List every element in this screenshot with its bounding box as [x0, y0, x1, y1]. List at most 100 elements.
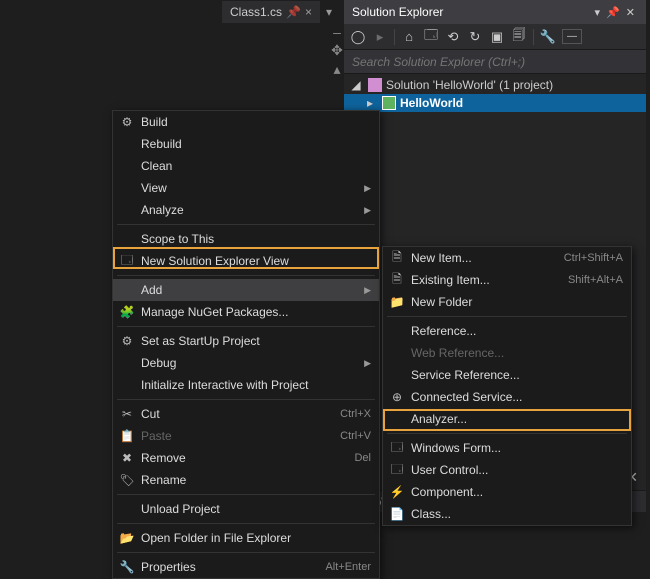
expand-icon[interactable]: ▸ [362, 96, 378, 110]
menu-item-icon: 🗔 [117, 251, 137, 272]
add-submenu-item[interactable]: 🗎New Item...Ctrl+Shift+A [383, 247, 631, 269]
menu-separator [117, 523, 375, 524]
menu-item-label: Cut [137, 407, 340, 421]
menu-item-shortcut: Del [354, 452, 371, 464]
close-icon[interactable]: ✕ [623, 6, 638, 19]
menu-item-icon: 🏷 [117, 473, 137, 487]
menu-item-icon: ✂ [117, 407, 137, 421]
context-menu-item[interactable]: View▶ [113, 177, 379, 199]
context-menu-item[interactable]: Scope to This [113, 228, 379, 250]
expand-icon[interactable]: ◢ [348, 78, 364, 92]
tab-dropdown-icon[interactable]: ▾ [320, 5, 338, 19]
context-menu-item[interactable]: Analyze▶ [113, 199, 379, 221]
dropdown-icon[interactable]: ▾ [592, 6, 604, 19]
add-submenu-item[interactable]: 🗎Existing Item...Shift+Alt+A [383, 269, 631, 291]
menu-item-icon: 🗎 [387, 248, 407, 269]
menu-item-icon: ⊕ [387, 390, 407, 404]
forward-icon[interactable]: ▸ [372, 29, 388, 45]
pin-icon[interactable]: 📌 [286, 5, 301, 19]
context-menu-item[interactable]: ✂CutCtrl+X [113, 403, 379, 425]
menu-item-icon: 🔧 [117, 560, 137, 574]
add-submenu-item: Web Reference... [383, 342, 631, 364]
context-menu-item[interactable]: Add▶ [113, 279, 379, 301]
context-menu-item[interactable]: Clean [113, 155, 379, 177]
project-icon [382, 96, 396, 110]
menu-item-label: Analyzer... [407, 412, 623, 426]
back-icon[interactable]: ◯ [350, 29, 366, 45]
add-submenu-item[interactable]: 🗔User Control... [383, 459, 631, 481]
editor-tab[interactable]: Class1.cs 📌 × [222, 1, 320, 23]
add-submenu-item[interactable]: 📄Class... [383, 503, 631, 525]
menu-item-label: User Control... [407, 463, 623, 477]
menu-item-label: View [137, 181, 358, 195]
scope-icon[interactable]: 🗔 [423, 29, 439, 45]
show-all-icon[interactable]: 🗐 [511, 29, 527, 45]
project-node[interactable]: ▸ HelloWorld [344, 94, 646, 112]
solution-node[interactable]: ◢ Solution 'HelloWorld' (1 project) [344, 76, 646, 94]
close-icon[interactable]: × [305, 5, 312, 19]
add-submenu: 🗎New Item...Ctrl+Shift+A🗎Existing Item..… [382, 246, 632, 526]
menu-item-shortcut: Alt+Enter [325, 561, 371, 573]
menu-item-icon: 📋 [117, 429, 137, 443]
refresh-icon[interactable]: ↻ [467, 29, 483, 45]
project-label: HelloWorld [400, 96, 463, 110]
home-icon[interactable]: ⌂ [401, 29, 417, 45]
context-menu-item[interactable]: 🏷Rename [113, 469, 379, 491]
menu-item-label: Scope to This [137, 232, 371, 246]
menu-item-label: New Folder [407, 295, 623, 309]
solution-icon [368, 78, 382, 92]
menu-item-label: Component... [407, 485, 623, 499]
sync-icon[interactable]: ⟲ [445, 29, 461, 45]
context-menu-item[interactable]: 📂Open Folder in File Explorer [113, 527, 379, 549]
menu-item-label: Manage NuGet Packages... [137, 305, 371, 319]
context-menu-item[interactable]: Unload Project [113, 498, 379, 520]
editor-tab-area: Class1.cs 📌 × ▾ [0, 0, 342, 24]
collapse-icon[interactable]: – [333, 24, 341, 40]
menu-item-shortcut: Shift+Alt+A [568, 274, 623, 286]
context-menu-item[interactable]: ⚙Build [113, 111, 379, 133]
add-submenu-item[interactable]: 📁New Folder [383, 291, 631, 313]
menu-item-shortcut: Ctrl+Shift+A [564, 252, 623, 264]
context-menu-item[interactable]: ⚙Set as StartUp Project [113, 330, 379, 352]
scroll-up-icon[interactable]: ▴ [333, 61, 340, 78]
add-submenu-item[interactable]: Analyzer... [383, 408, 631, 430]
context-menu-item[interactable]: ✖RemoveDel [113, 447, 379, 469]
context-menu-item[interactable]: Rebuild [113, 133, 379, 155]
preview-toggle[interactable]: — [562, 29, 582, 44]
move-icon[interactable]: ✥ [331, 42, 343, 59]
panel-toolbar: ◯ ▸ ⌂ 🗔 ⟲ ↻ ▣ 🗐 🔧 — [344, 24, 646, 50]
tab-label: Class1.cs [230, 5, 282, 19]
add-submenu-item[interactable]: Reference... [383, 320, 631, 342]
menu-item-label: Web Reference... [407, 346, 623, 360]
pin-icon[interactable]: 📌 [603, 6, 623, 19]
menu-item-icon: 🗎 [387, 270, 407, 291]
menu-separator [117, 552, 375, 553]
context-menu-item[interactable]: Initialize Interactive with Project [113, 374, 379, 396]
menu-separator [117, 275, 375, 276]
submenu-arrow-icon: ▶ [364, 358, 371, 369]
context-menu-item[interactable]: 🗔New Solution Explorer View [113, 250, 379, 272]
menu-item-label: Set as StartUp Project [137, 334, 371, 348]
editor-gutter: – ✥ ▴ [330, 24, 344, 78]
menu-item-label: Connected Service... [407, 390, 623, 404]
menu-separator [387, 316, 627, 317]
menu-separator [387, 433, 627, 434]
properties-icon[interactable]: 🔧 [540, 29, 556, 45]
search-input[interactable] [352, 55, 638, 69]
menu-item-label: Rename [137, 473, 371, 487]
menu-separator [117, 399, 375, 400]
collapse-icon[interactable]: ▣ [489, 29, 505, 45]
context-menu-item[interactable]: 🔧PropertiesAlt+Enter [113, 556, 379, 578]
panel-titlebar: Solution Explorer ▾ 📌 ✕ [344, 0, 646, 24]
menu-item-label: Unload Project [137, 502, 371, 516]
search-box[interactable] [344, 50, 646, 74]
context-menu-item[interactable]: Debug▶ [113, 352, 379, 374]
add-submenu-item[interactable]: ⚡Component... [383, 481, 631, 503]
add-submenu-item[interactable]: Service Reference... [383, 364, 631, 386]
add-submenu-item[interactable]: 🗔Windows Form... [383, 437, 631, 459]
menu-item-label: Service Reference... [407, 368, 623, 382]
menu-item-label: Open Folder in File Explorer [137, 531, 371, 545]
context-menu-item[interactable]: 🧩Manage NuGet Packages... [113, 301, 379, 323]
add-submenu-item[interactable]: ⊕Connected Service... [383, 386, 631, 408]
menu-item-label: Windows Form... [407, 441, 623, 455]
